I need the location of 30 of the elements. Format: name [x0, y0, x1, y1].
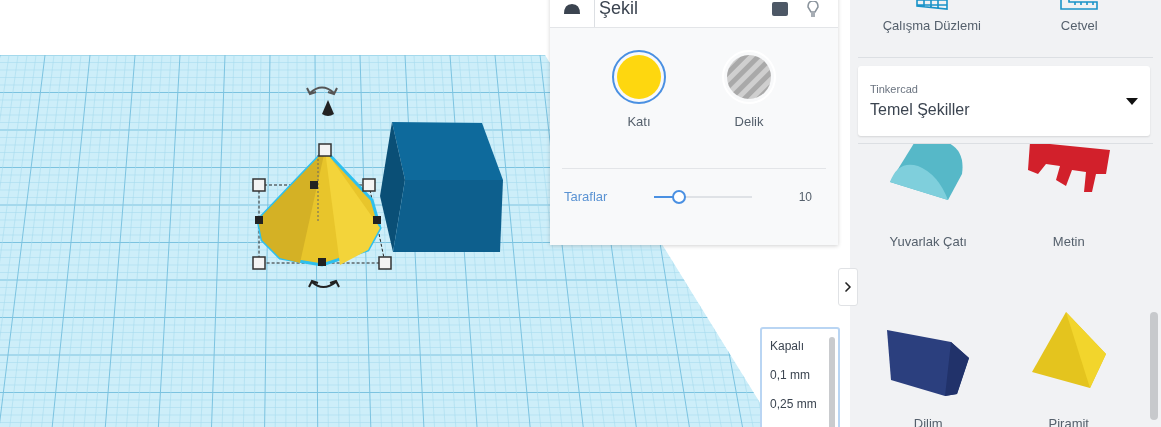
- scrollbar[interactable]: [1150, 312, 1158, 420]
- snap-grid-option[interactable]: 0,25 mm: [770, 395, 838, 413]
- rotate-handle-icon[interactable]: [308, 280, 340, 288]
- snap-grid-list[interactable]: Kapalı 0,1 mm 0,25 mm: [760, 327, 840, 427]
- shape-label[interactable]: Metin: [1052, 234, 1085, 249]
- tool-button[interactable]: Cetvel: [1005, 0, 1153, 57]
- bulb-icon[interactable]: [806, 0, 820, 17]
- slider-label: Taraflar: [564, 189, 609, 204]
- scrollbar[interactable]: [829, 337, 835, 427]
- selected-cone-drawing[interactable]: [252, 143, 392, 270]
- library-dropdown[interactable]: Tinkercad Temel Şekiller: [858, 66, 1150, 136]
- shape-type-option[interactable]: Delik: [722, 50, 776, 168]
- snap-grid-option[interactable]: Kapalı: [770, 337, 838, 355]
- dropdown-value: Temel Şekiller: [870, 101, 971, 119]
- shape-type-option[interactable]: Katı: [612, 50, 666, 168]
- inspector-title: Şekil: [598, 0, 639, 19]
- striped-swatch-icon: [724, 52, 774, 102]
- slider-thumb[interactable]: [672, 189, 687, 204]
- slider-value: 10: [798, 189, 812, 204]
- snap-grid-option[interactable]: 0,1 mm: [770, 366, 838, 384]
- square-icon[interactable]: [772, 1, 788, 16]
- dropdown-label: Tinkercad: [870, 83, 919, 95]
- rotate-handle-icon[interactable]: [306, 86, 338, 95]
- collapse-button[interactable]: [838, 268, 858, 306]
- solid-swatch-icon: [614, 52, 664, 102]
- box-shape[interactable]: [380, 122, 503, 252]
- lift-handle-icon[interactable]: [322, 100, 334, 116]
- shape-label[interactable]: Yuvarlak Çatı: [889, 234, 967, 249]
- caret-icon: [1126, 97, 1138, 105]
- tool-button[interactable]: Çalışma Düzlemi: [858, 0, 1006, 57]
